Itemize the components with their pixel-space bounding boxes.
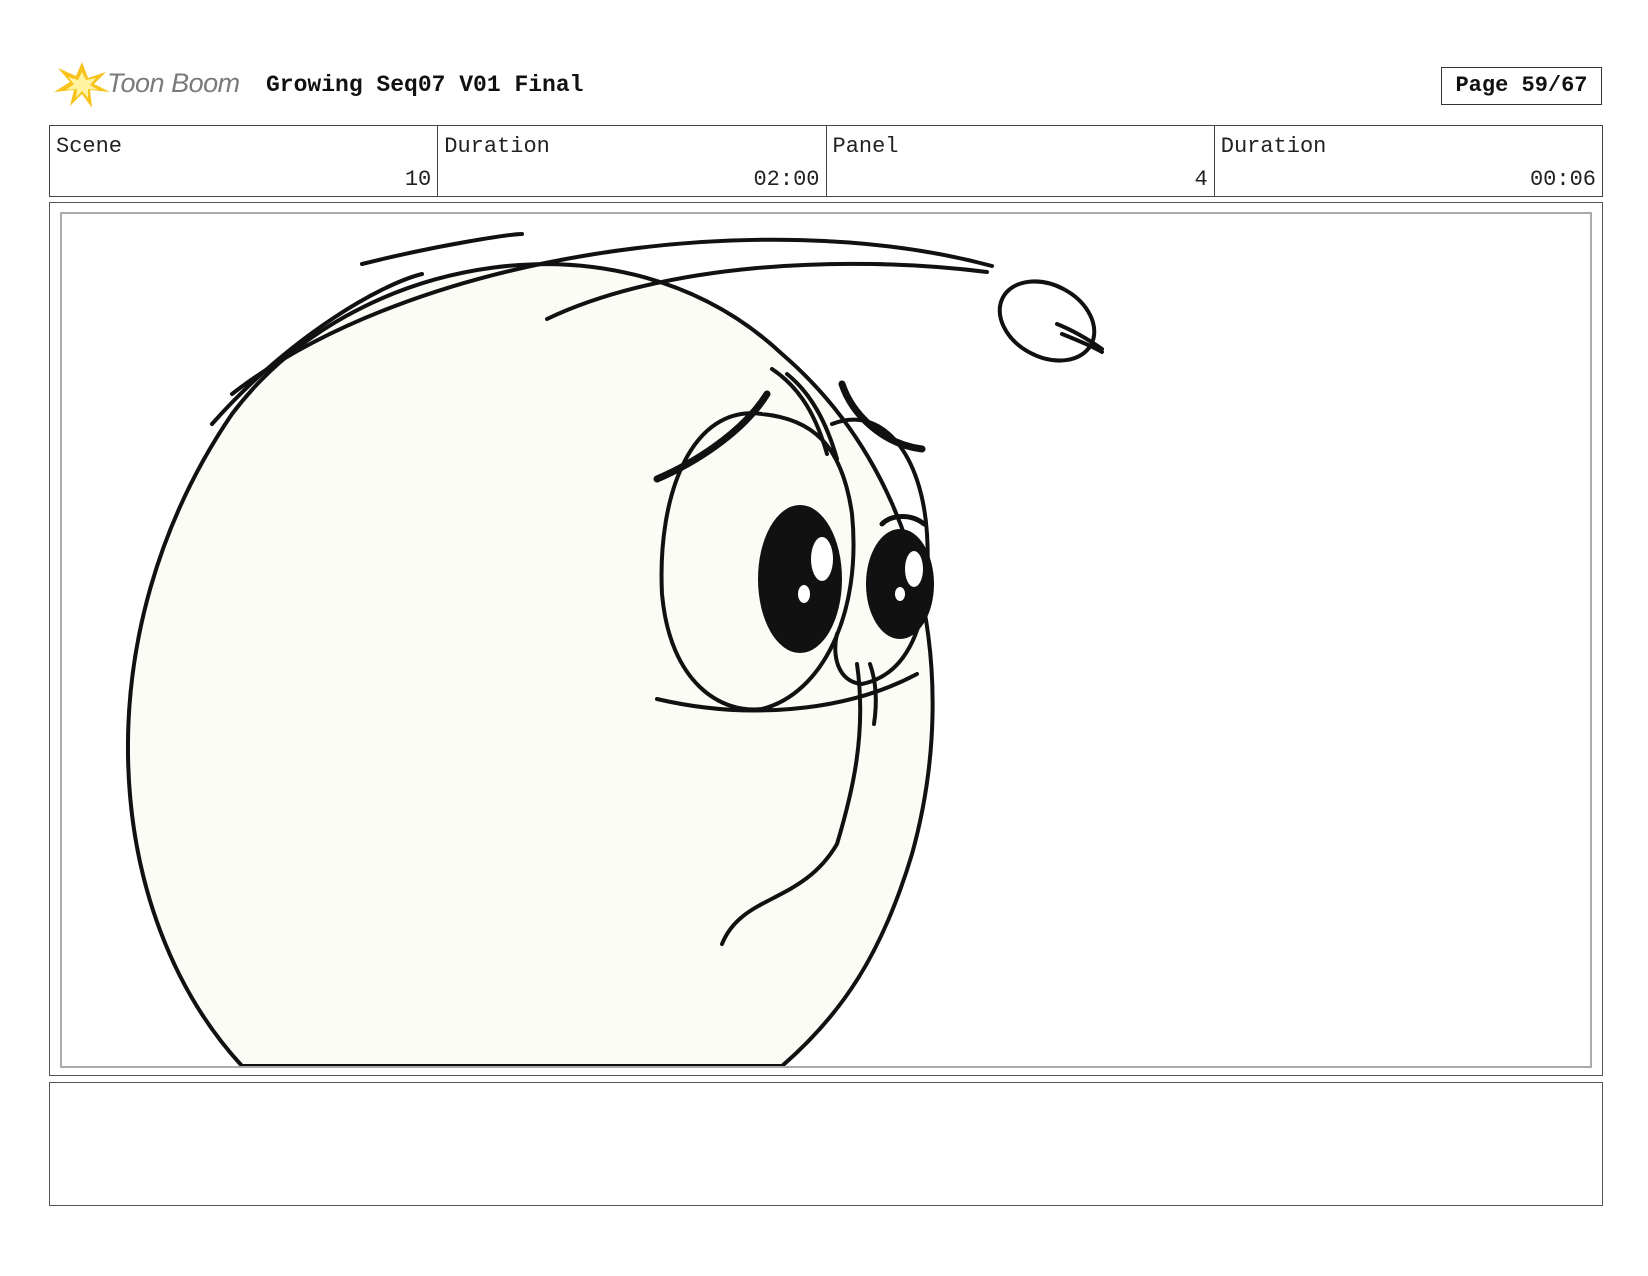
left-pupil-highlight xyxy=(811,537,833,581)
panel-duration-label: Duration xyxy=(1220,134,1327,159)
scene-label: Scene xyxy=(56,134,123,159)
toon-boom-logo: Toon Boom xyxy=(52,58,252,110)
scene-duration-cell: Duration 02:00 xyxy=(438,126,827,196)
panel-label: Panel xyxy=(832,134,899,159)
left-pupil-highlight-small xyxy=(798,585,810,603)
panel-cell: Panel 4 xyxy=(827,126,1215,196)
panel-duration-cell: Duration 00:06 xyxy=(1215,126,1602,196)
panel-duration-value: 00:06 xyxy=(1529,167,1596,192)
scene-value: 10 xyxy=(404,167,432,192)
page-indicator: Page 59/67 xyxy=(1441,67,1602,105)
starburst-icon xyxy=(54,62,110,108)
character-sketch xyxy=(126,232,1104,1066)
left-pupil xyxy=(758,505,842,653)
floating-seed xyxy=(997,279,1097,363)
panel-drawing-area xyxy=(60,212,1592,1068)
right-pupil-highlight-small xyxy=(895,587,905,601)
panel-notes-box xyxy=(49,1082,1603,1206)
scene-info-table: Scene 10 Duration 02:00 Panel 4 Duration… xyxy=(49,125,1603,197)
logo-wordmark: Toon Boom xyxy=(107,68,240,98)
storyboard-panel xyxy=(49,202,1603,1076)
scene-cell: Scene 10 xyxy=(50,126,439,196)
scene-duration-value: 02:00 xyxy=(753,167,820,192)
right-pupil xyxy=(866,529,934,639)
sprout-stroke xyxy=(360,232,524,266)
right-pupil-highlight xyxy=(905,551,923,587)
scene-duration-label: Duration xyxy=(444,134,550,159)
panel-value: 4 xyxy=(1194,167,1208,192)
document-title: Growing Seq07 V01 Final xyxy=(266,72,584,98)
